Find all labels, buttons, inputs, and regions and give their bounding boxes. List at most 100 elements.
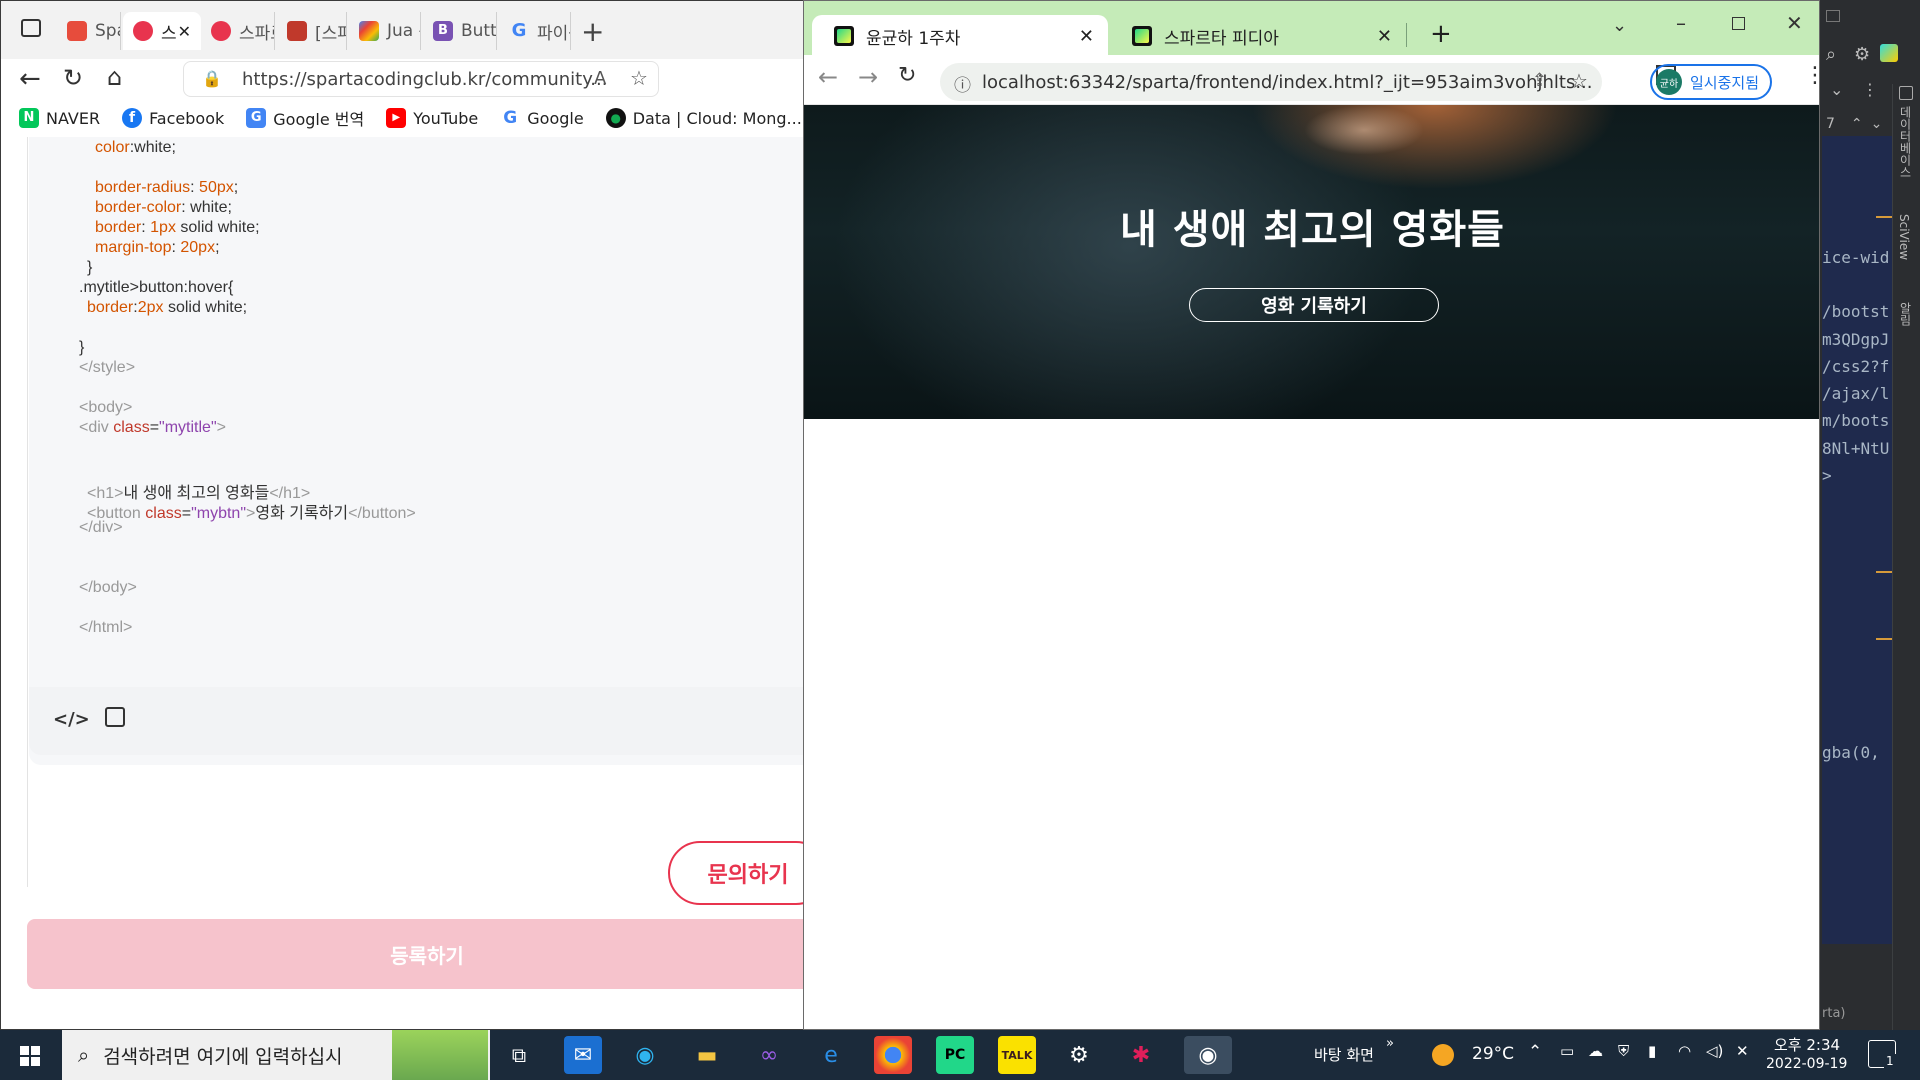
share-icon[interactable]: ⇪	[1532, 70, 1547, 91]
reload-icon[interactable]: ↻	[898, 63, 916, 88]
register-button[interactable]: 등록하기	[27, 919, 809, 989]
chevron-down-icon[interactable]: ⌄	[1830, 80, 1843, 99]
close-icon[interactable]: ✕	[1377, 26, 1392, 47]
pycharm-icon[interactable]: PC	[936, 1036, 974, 1074]
bookmark-google-translate[interactable]: G Google 번역	[246, 106, 364, 130]
new-tab-icon[interactable]: +	[581, 15, 604, 48]
ide-code-line: m/boots	[1822, 411, 1890, 430]
edge-tab-4[interactable]: Jua - G	[349, 12, 421, 50]
chrome-address-bar[interactable]: ⓘ localhost:63342/sparta/frontend/index.…	[940, 63, 1602, 101]
bookmark-naver[interactable]: N NAVER	[19, 108, 100, 128]
chevron-down-icon[interactable]: ⌄	[1871, 116, 1883, 132]
battery-icon[interactable]: ▮	[1648, 1042, 1656, 1060]
profile-button[interactable]: 균하 일시중지됨	[1650, 64, 1772, 100]
taskbar-search[interactable]: ⌕ 검색하려면 여기에 입력하십시	[62, 1030, 490, 1080]
avatar: 균하	[1656, 69, 1682, 95]
clock-date[interactable]: 2022-09-19	[1766, 1056, 1847, 1072]
task-view-icon[interactable]: ⧉	[500, 1036, 538, 1074]
chrome-icon[interactable]	[874, 1036, 912, 1074]
volume-icon[interactable]: ◁)	[1706, 1042, 1723, 1060]
bookmark-label: Google 번역	[273, 110, 365, 129]
bootstrap-icon: B	[433, 21, 453, 41]
minimize-icon[interactable]: –	[1676, 11, 1686, 35]
chrome-tab-1[interactable]: 스파르타 피디아 ✕	[1110, 15, 1406, 57]
cloud-icon[interactable]: ☁	[1588, 1042, 1603, 1060]
bookmark-star-icon[interactable]: ☆	[1570, 69, 1588, 93]
file-explorer-icon[interactable]: ▬	[688, 1036, 726, 1074]
meet-now-icon[interactable]: ▭	[1560, 1042, 1574, 1060]
back-icon[interactable]: ←	[19, 64, 41, 94]
reload-icon[interactable]: ↻	[63, 64, 83, 92]
sparta-heart-icon	[211, 21, 231, 41]
edge-tab-0[interactable]: Sparta	[57, 12, 121, 50]
edge-tab-6[interactable]: G 파이썬	[499, 12, 571, 50]
code-line: }	[87, 259, 93, 276]
bookmark-label: Data | Cloud: Mong...	[632, 108, 802, 128]
settings-icon[interactable]: ⚙	[1060, 1036, 1098, 1074]
chevron-up-icon[interactable]: ⌃	[1851, 116, 1863, 132]
rail-database[interactable]: 데이터베이스	[1897, 106, 1914, 178]
forward-icon[interactable]: →	[858, 63, 878, 91]
bookmark-youtube[interactable]: ▶ YouTube	[386, 108, 478, 128]
youtube-icon: ▶	[386, 108, 407, 128]
image-icon[interactable]	[105, 707, 125, 727]
tab-label: [스파르	[315, 23, 346, 44]
home-icon[interactable]: ⌂	[107, 63, 122, 91]
close-icon[interactable]: ✕	[178, 22, 191, 41]
edge-tab-2[interactable]: 스파르	[201, 12, 275, 50]
close-icon[interactable]: ✕	[1079, 26, 1094, 47]
slack-icon[interactable]: ✱	[1122, 1036, 1160, 1074]
rail-notifications[interactable]: 알림	[1897, 302, 1914, 326]
code-icon[interactable]: </>	[53, 709, 90, 730]
tab-search-icon[interactable]: ⌄	[1612, 15, 1627, 36]
chrome-tab-0[interactable]: 윤균하 1주차 ✕	[812, 15, 1108, 57]
record-movie-button[interactable]: 영화 기록하기	[1189, 288, 1439, 322]
tab-actions-icon[interactable]	[21, 19, 41, 37]
info-icon[interactable]: ⓘ	[954, 71, 971, 96]
ide-code-line: /css2?f	[1822, 357, 1890, 376]
bookmark-label: YouTube	[413, 108, 479, 128]
chevron-up-icon[interactable]: ⌃	[1528, 1042, 1542, 1062]
menu-icon[interactable]: ⋮	[1804, 63, 1819, 88]
maximize-icon[interactable]	[1826, 10, 1840, 22]
mail-icon[interactable]: ✉	[564, 1036, 602, 1074]
desktop-toolbar-label[interactable]: 바탕 화면	[1314, 1044, 1374, 1065]
back-icon[interactable]: ←	[818, 63, 838, 91]
wifi-icon[interactable]: ◠	[1678, 1042, 1691, 1060]
chrome-profile-icon[interactable]: ◉	[1184, 1036, 1232, 1074]
add-favorite-icon[interactable]: ☆	[630, 66, 648, 90]
bookmark-mongodb[interactable]: ● Data | Cloud: Mong...	[605, 108, 802, 128]
weather-sun-icon[interactable]	[1432, 1044, 1454, 1066]
maximize-icon[interactable]	[1732, 17, 1745, 30]
rail-sciview[interactable]: SciView	[1897, 214, 1911, 260]
read-aloud-icon[interactable]: A	[594, 68, 606, 89]
edge-address-bar[interactable]: 🔒 https://spartacodingclub.kr/community.…	[183, 61, 659, 97]
visual-studio-icon[interactable]: ∞	[750, 1036, 788, 1074]
ime-icon[interactable]: ✕	[1736, 1042, 1749, 1060]
internet-explorer-icon[interactable]: e	[812, 1036, 850, 1074]
bookmark-google[interactable]: G Google	[500, 108, 583, 128]
more-icon[interactable]: ⋮	[1862, 80, 1878, 99]
close-window-icon[interactable]: ✕	[1786, 11, 1803, 35]
new-tab-button[interactable]: +	[1430, 19, 1452, 49]
bookmark-facebook[interactable]: f Facebook	[122, 108, 224, 128]
code-line: margin-top: 20px;	[95, 239, 220, 256]
edge-icon[interactable]: ◉	[626, 1036, 664, 1074]
code-line: border:2px solid white;	[87, 299, 248, 316]
code-line: color:white;	[95, 139, 176, 156]
jetbrains-icon[interactable]	[1880, 44, 1898, 62]
chevron-right-icon[interactable]: »	[1386, 1036, 1394, 1051]
database-icon[interactable]	[1899, 86, 1913, 100]
clock-time[interactable]: 오후 2:34	[1774, 1034, 1840, 1055]
search-icon[interactable]: ⌕	[1826, 44, 1836, 65]
edge-tab-3[interactable]: [스파르	[277, 12, 347, 50]
chrome-window: 윤균하 1주차 ✕ 스파르타 피디아 ✕ + ⌄ – ✕ ← → ↻ ⋮ ⓘ l…	[803, 0, 1820, 1030]
security-icon[interactable]: ⛨	[1618, 1042, 1629, 1060]
kakaotalk-icon[interactable]: TALK	[998, 1036, 1036, 1074]
inquiry-button[interactable]: 문의하기	[668, 841, 809, 905]
settings-icon[interactable]: ⚙	[1854, 44, 1870, 65]
weather-temperature[interactable]: 29°C	[1472, 1044, 1514, 1064]
edge-tab-5[interactable]: B Button	[423, 12, 497, 50]
windows-start-icon[interactable]	[20, 1046, 40, 1066]
edge-tab-1[interactable]: 스 ✕	[123, 12, 201, 50]
